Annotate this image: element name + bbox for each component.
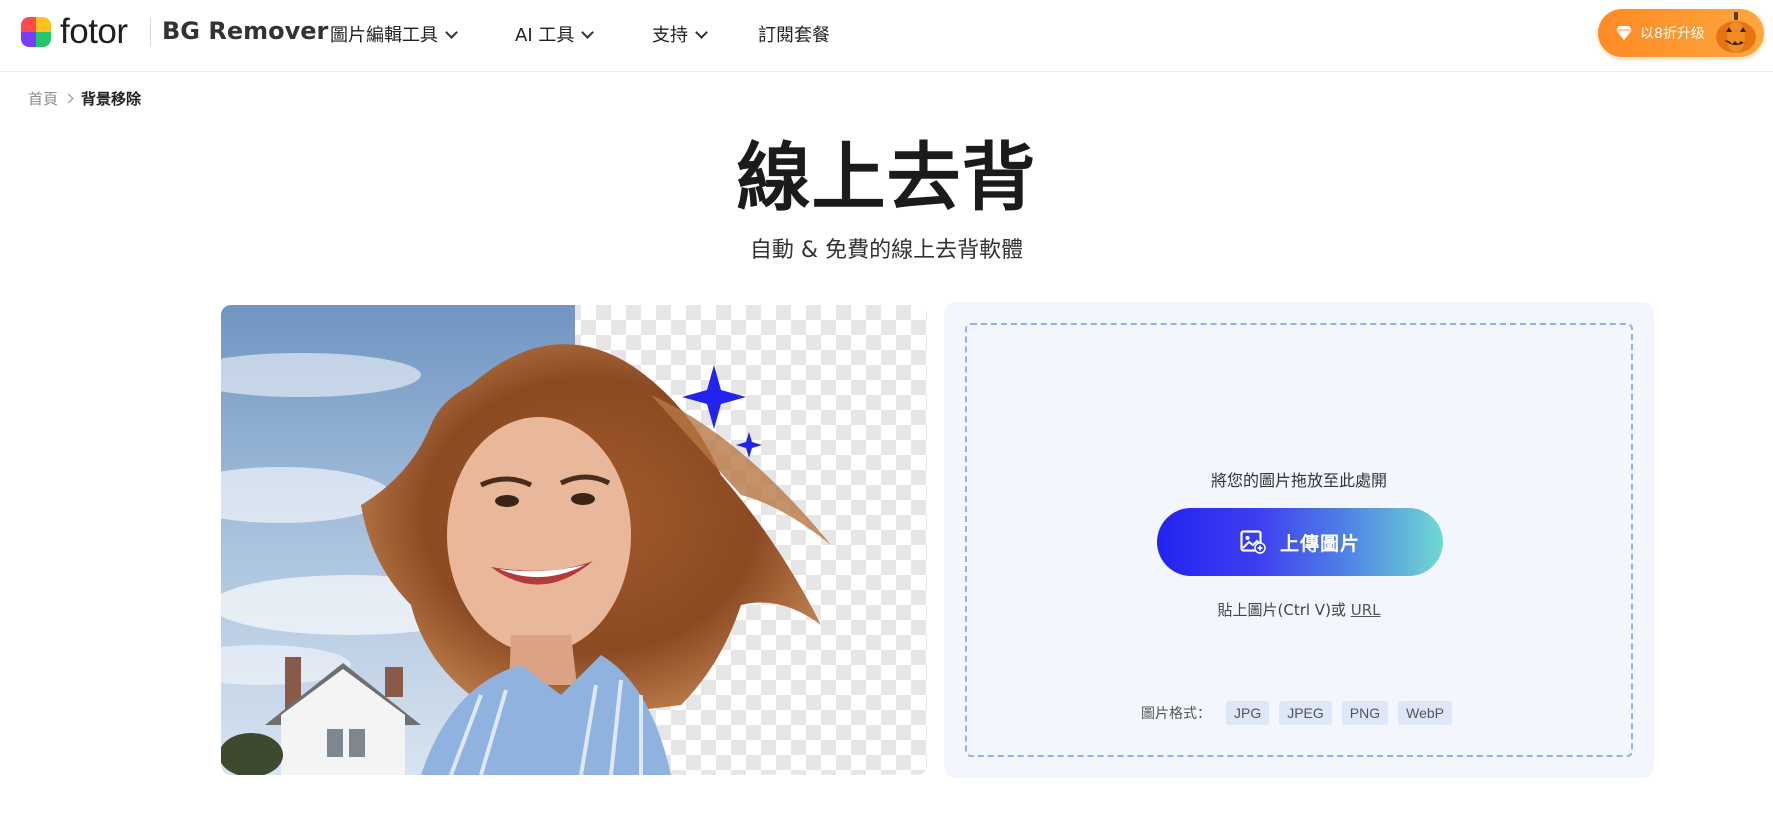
page-subtitle: 自動 & 免費的線上去背軟體 (749, 238, 1024, 263)
format-tag-webp: WebP (1398, 701, 1453, 725)
diamond-icon (1616, 26, 1632, 40)
format-tag-jpg: JPG (1225, 701, 1270, 725)
nav-label: 訂閱套餐 (758, 25, 830, 46)
formats-label: 圖片格式： (1140, 706, 1211, 722)
top-header: fotor BG Remover 圖片編輯工具 AI 工具 支持 訂閱套餐 以8… (0, 0, 1773, 72)
logo-text[interactable]: fotor (60, 12, 128, 52)
fotor-logo-icon[interactable] (21, 17, 51, 47)
supported-formats: 圖片格式： JPG JPEG PNG WebP (967, 701, 1631, 725)
upload-button-label: 上傳圖片 (1279, 532, 1360, 555)
nav-label: AI 工具 (515, 25, 575, 46)
chevron-down-icon (695, 25, 708, 39)
breadcrumb-home-link[interactable]: 首頁 (28, 88, 58, 109)
chevron-down-icon (581, 25, 595, 39)
page-title: 線上去背 (736, 135, 1037, 221)
nav-label: 支持 (652, 25, 688, 46)
breadcrumb: 首頁 背景移除 (28, 88, 141, 109)
chevron-down-icon (445, 25, 458, 39)
upload-dropzone[interactable]: 將您的圖片拖放至此處開 上傳圖片 貼上圖片(Ctrl V)或 URL 圖片格式：… (965, 323, 1633, 757)
upgrade-label: 以8折升级 (1640, 26, 1705, 42)
nav-ai-tools[interactable]: AI 工具 (515, 20, 595, 48)
paste-url-link[interactable]: URL (1351, 601, 1381, 619)
upload-panel: 將您的圖片拖放至此處開 上傳圖片 貼上圖片(Ctrl V)或 URL 圖片格式：… (944, 302, 1654, 778)
upload-image-button[interactable]: 上傳圖片 (1157, 508, 1443, 576)
nav-support[interactable]: 支持 (652, 20, 708, 48)
pumpkin-icon (1716, 12, 1756, 53)
nav-label: 圖片編輯工具 (330, 25, 438, 46)
logo-divider (150, 18, 151, 46)
before-after-illustration (221, 305, 831, 775)
product-name[interactable]: BG Remover (162, 17, 328, 45)
paste-hint-text: 貼上圖片(Ctrl V)或 (1217, 601, 1346, 619)
format-tag-png: PNG (1341, 701, 1389, 725)
drop-hint: 將您的圖片拖放至此處開 (1210, 471, 1387, 490)
nav-photo-editing-tools[interactable]: 圖片編輯工具 (330, 20, 458, 48)
image-add-icon (1240, 530, 1266, 554)
format-tag-jpeg: JPEG (1279, 701, 1332, 725)
chevron-right-icon (63, 93, 74, 104)
nav-pricing[interactable]: 訂閱套餐 (758, 20, 830, 48)
upgrade-button[interactable]: 以8折升级 (1598, 9, 1764, 57)
demo-image (221, 305, 927, 775)
breadcrumb-current: 背景移除 (81, 90, 142, 108)
paste-hint: 貼上圖片(Ctrl V)或 URL (967, 599, 1631, 620)
